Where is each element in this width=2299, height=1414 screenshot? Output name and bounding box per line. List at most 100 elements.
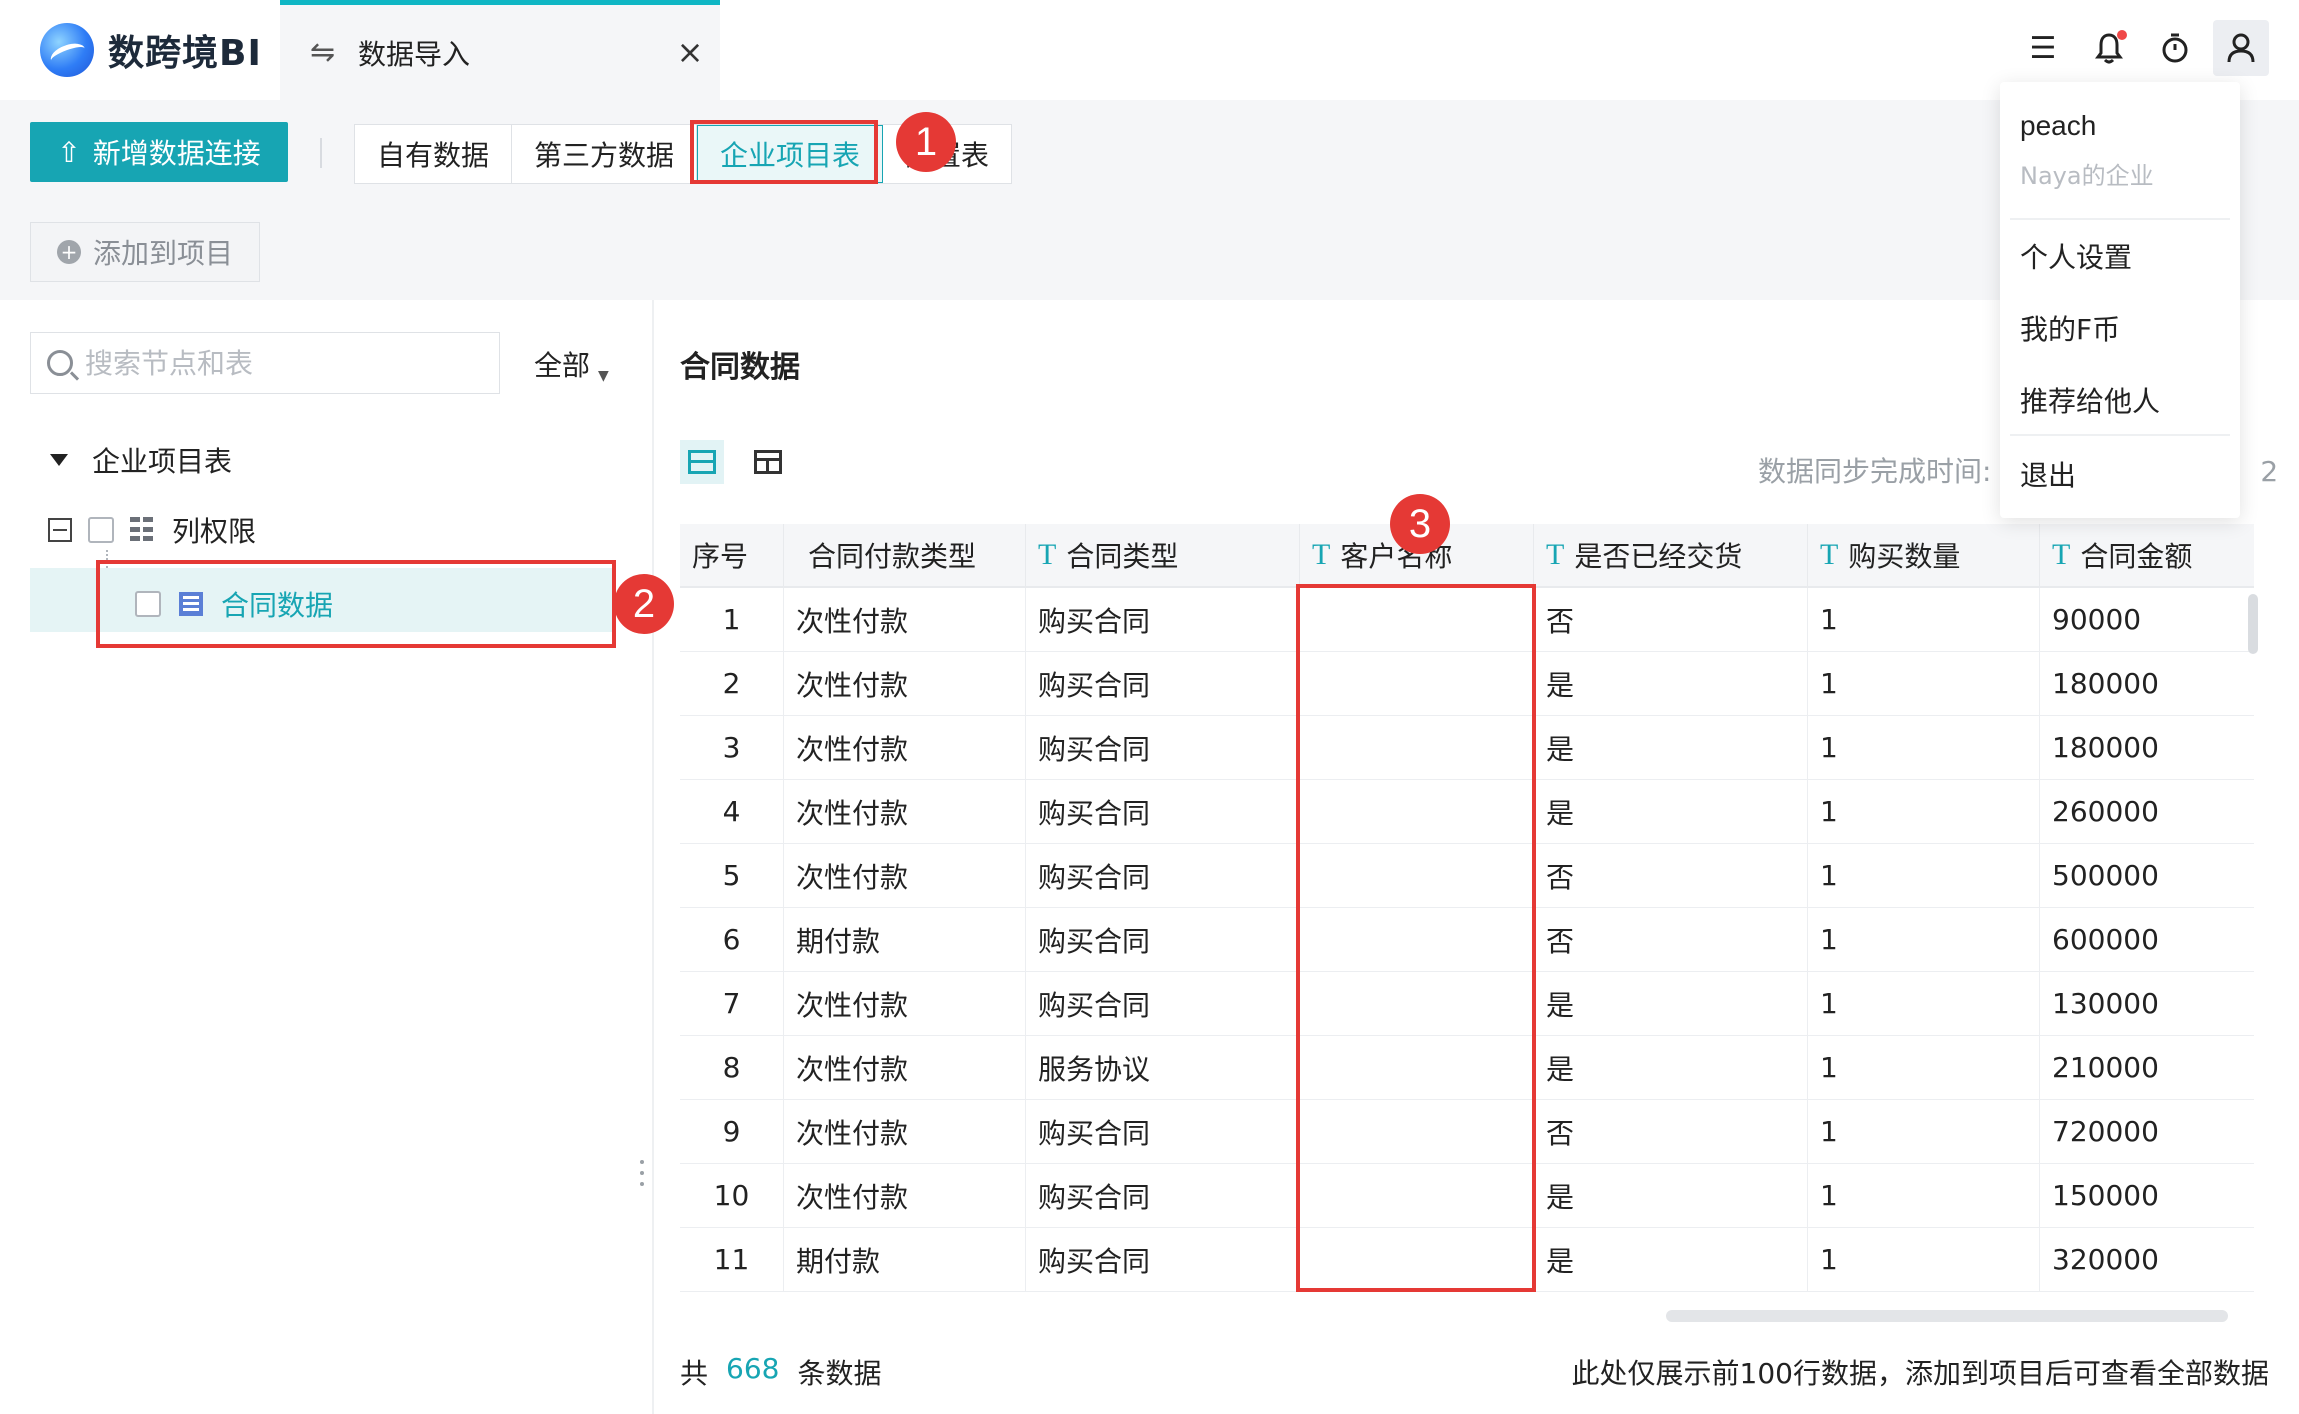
tree-root-node[interactable]: 企业项目表 bbox=[50, 440, 232, 480]
sync-label: 数据同步完成时间: bbox=[1758, 455, 1992, 488]
table-view-button[interactable] bbox=[746, 440, 790, 484]
col-index-label: 序号 bbox=[692, 540, 749, 573]
highlight-box-customer-column bbox=[1296, 584, 1536, 1292]
new-connection-label: 新增数据连接 bbox=[92, 137, 261, 170]
table-cell: 次性付款 bbox=[784, 1164, 1026, 1227]
highlight-box-table-node bbox=[96, 560, 616, 648]
swap-icon: ⇋ bbox=[310, 35, 336, 70]
row-count-suffix: 条数据 bbox=[797, 1357, 882, 1390]
table-cell: 购买合同 bbox=[1026, 652, 1300, 715]
col-delivered-label: 是否已经交货 bbox=[1574, 540, 1743, 573]
vertical-scrollbar[interactable] bbox=[2248, 594, 2258, 654]
row-count-prefix: 共 bbox=[680, 1357, 709, 1390]
bell-icon[interactable] bbox=[2081, 20, 2137, 76]
table-cell: 1 bbox=[1808, 844, 2040, 907]
top-bar: 数跨境BI ⇋ 数据导入 × ☰ bbox=[0, 0, 2299, 100]
table-cell: 是 bbox=[1534, 652, 1808, 715]
task-list-icon[interactable]: ☰ bbox=[2015, 20, 2071, 76]
table-cell: 1 bbox=[1808, 588, 2040, 651]
menu-item-my-fcoin[interactable]: 我的F币 bbox=[2020, 308, 2120, 348]
col-quantity[interactable]: T 购买数量 bbox=[1808, 524, 2040, 586]
app-logo[interactable]: 数跨境BI bbox=[40, 22, 262, 78]
table-cell: 购买合同 bbox=[1026, 780, 1300, 843]
col-quantity-label: 购买数量 bbox=[1848, 540, 1961, 573]
table-cell: 1 bbox=[1808, 1164, 2040, 1227]
resize-handle[interactable] bbox=[640, 1160, 644, 1186]
close-icon[interactable]: × bbox=[672, 33, 708, 71]
table-cell: 320000 bbox=[2052, 1243, 2159, 1276]
tree-root-label: 企业项目表 bbox=[92, 445, 233, 478]
left-panel: 全部 ▼ 企业项目表 列权限 合同数据 bbox=[0, 300, 652, 1414]
table-cell: 否 bbox=[1534, 1100, 1808, 1163]
add-to-project-button[interactable]: + 添加到项目 bbox=[30, 222, 260, 282]
filter-dropdown[interactable]: 全部 ▼ bbox=[534, 344, 609, 384]
table-cell: 期付款 bbox=[784, 908, 1026, 971]
row-count: 共 668 条数据 bbox=[680, 1352, 881, 1392]
horizontal-scrollbar[interactable] bbox=[1666, 1310, 2228, 1322]
new-connection-button[interactable]: ⇧ 新增数据连接 bbox=[30, 122, 288, 182]
user-menu: peach Naya的企业 个人设置 我的F币 推荐给他人 退出 bbox=[2000, 82, 2240, 518]
collapse-icon[interactable] bbox=[48, 518, 72, 542]
table-cell: 否 bbox=[1534, 908, 1808, 971]
menu-divider bbox=[2010, 434, 2230, 436]
col-delivered[interactable]: T 是否已经交货 bbox=[1534, 524, 1808, 586]
menu-item-recommend[interactable]: 推荐给他人 bbox=[2020, 380, 2160, 420]
text-type-icon: T bbox=[1312, 538, 1331, 571]
folder-checkbox[interactable] bbox=[88, 517, 114, 543]
tab-data-import[interactable]: ⇋ 数据导入 × bbox=[280, 0, 720, 100]
table-cell: 260000 bbox=[2052, 795, 2159, 828]
segment-third-party[interactable]: 第三方数据 bbox=[512, 125, 698, 183]
table-cell: 是 bbox=[1534, 716, 1808, 779]
table-cell: 5 bbox=[680, 844, 784, 907]
table-cell: 1 bbox=[1808, 972, 2040, 1035]
col-payment-type[interactable]: 合同付款类型 bbox=[784, 524, 1026, 586]
grid-view-button[interactable] bbox=[680, 440, 724, 484]
upload-icon: ⇧ bbox=[57, 135, 81, 169]
search-input[interactable] bbox=[85, 346, 465, 380]
table-view-icon bbox=[754, 450, 782, 474]
table-cell: 购买合同 bbox=[1026, 1228, 1300, 1291]
table-cell: 6 bbox=[680, 908, 784, 971]
table-cell: 9 bbox=[680, 1100, 784, 1163]
annotation-badge-3: 3 bbox=[1390, 494, 1450, 554]
preview-note: 此处仅展示前100行数据，添加到项目后可查看全部数据 bbox=[1571, 1357, 2269, 1390]
table-cell: 次性付款 bbox=[784, 716, 1026, 779]
timer-icon[interactable] bbox=[2147, 20, 2203, 76]
table-cell: 购买合同 bbox=[1026, 972, 1300, 1035]
table-cell: 次性付款 bbox=[784, 588, 1026, 651]
table-cell: 210000 bbox=[2052, 1051, 2159, 1084]
table-header: 序号 合同付款类型 T 合同类型 T 客户名称 T 是否已经交货 T 购买数量 T 合同金… bbox=[680, 524, 2254, 588]
table-cell: 90000 bbox=[2052, 603, 2142, 636]
table-cell: 1 bbox=[1808, 908, 2040, 971]
table-cell: 购买合同 bbox=[1026, 844, 1300, 907]
table-cell: 次性付款 bbox=[784, 1036, 1026, 1099]
user-icon[interactable] bbox=[2213, 20, 2269, 76]
table-cell: 8 bbox=[680, 1036, 784, 1099]
col-contract-type[interactable]: T 合同类型 bbox=[1026, 524, 1300, 586]
tree-folder-node[interactable]: 列权限 bbox=[48, 510, 256, 550]
table-cell: 购买合同 bbox=[1026, 1100, 1300, 1163]
col-amount[interactable]: T 合同金额 bbox=[2040, 524, 2254, 586]
segment-own-data[interactable]: 自有数据 bbox=[355, 125, 513, 183]
menu-item-logout[interactable]: 退出 bbox=[2020, 454, 2076, 494]
table-cell: 1 bbox=[1808, 1036, 2040, 1099]
toolbar: ⇧ 新增数据连接 自有数据 第三方数据 企业项目表 配置表 + 添加到项目 bbox=[0, 100, 2299, 300]
table-title: 合同数据 bbox=[680, 350, 800, 385]
table-cell: 否 bbox=[1534, 588, 1808, 651]
col-contract-type-label: 合同类型 bbox=[1066, 540, 1179, 573]
user-org: Naya的企业 bbox=[2020, 162, 2154, 190]
user-name: peach bbox=[2020, 110, 2097, 141]
search-box bbox=[30, 332, 500, 394]
table-cell: 7 bbox=[680, 972, 784, 1035]
logo-icon bbox=[40, 23, 94, 77]
table-cell: 购买合同 bbox=[1026, 1164, 1300, 1227]
annotation-badge-1: 1 bbox=[896, 112, 956, 172]
expand-arrow-icon[interactable] bbox=[50, 454, 68, 466]
top-icons: ☰ bbox=[2015, 20, 2269, 76]
col-index[interactable]: 序号 bbox=[680, 524, 784, 586]
table-cell: 1 bbox=[1808, 780, 2040, 843]
logo-text: 数跨境BI bbox=[108, 33, 262, 74]
search-icon bbox=[47, 350, 73, 376]
menu-item-personal-settings[interactable]: 个人设置 bbox=[2020, 236, 2132, 276]
plus-icon: + bbox=[56, 240, 81, 264]
